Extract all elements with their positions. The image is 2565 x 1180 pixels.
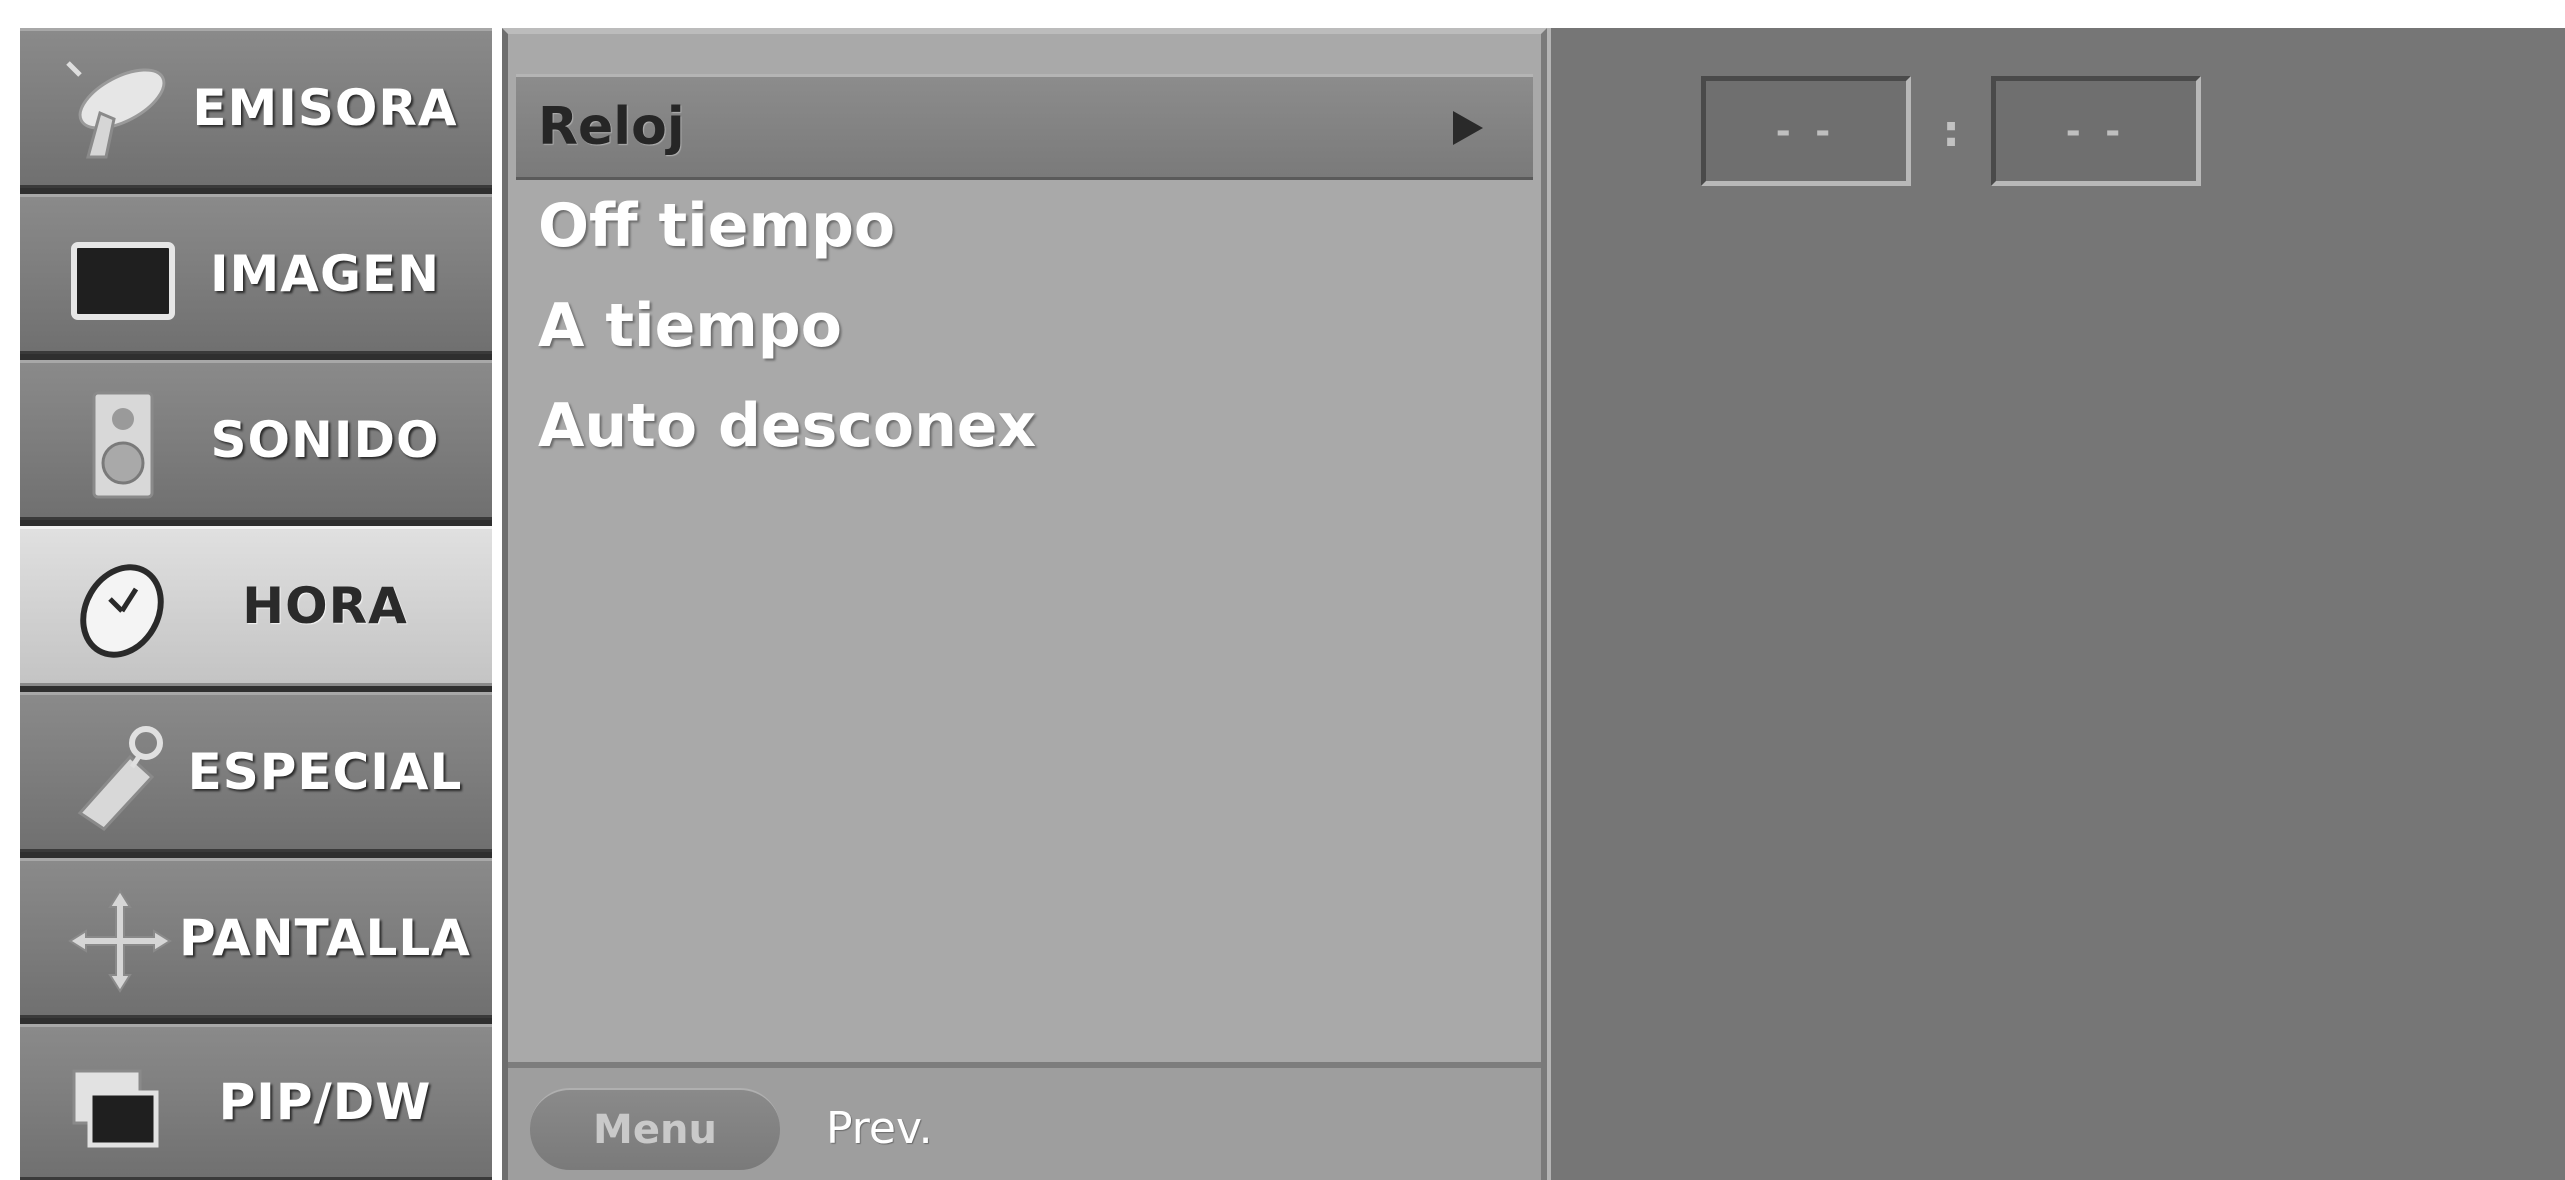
- prev-label: Prev.: [826, 1102, 933, 1154]
- speaker-icon: [60, 385, 180, 501]
- clock-separator: :: [1942, 105, 1960, 157]
- category-label: PANTALLA: [179, 909, 471, 967]
- category-label: IMAGEN: [209, 245, 441, 303]
- category-emisora[interactable]: EMISORA: [20, 28, 492, 188]
- category-pantalla[interactable]: PANTALLA: [20, 858, 492, 1018]
- category-label: HORA: [242, 577, 408, 635]
- submenu-item-off-tiempo[interactable]: Off tiempo: [538, 180, 895, 272]
- clock-hours-field[interactable]: - -: [1701, 76, 1911, 186]
- picture-in-picture-icon: [60, 1049, 180, 1165]
- clock-value-area: - - : - -: [1547, 28, 2565, 1180]
- category-label: ESPECIAL: [187, 743, 463, 801]
- submenu-item-a-tiempo[interactable]: A tiempo: [538, 280, 842, 372]
- clock-minutes-field[interactable]: - -: [1991, 76, 2201, 186]
- submenu-item-label: Reloj: [538, 97, 685, 157]
- tag-key-icon: [60, 717, 180, 833]
- menu-button[interactable]: Menu: [530, 1088, 780, 1170]
- submenu-item-auto-desconex[interactable]: Auto desconex: [538, 380, 1036, 472]
- tv-screen-icon: [60, 219, 180, 335]
- category-label: SONIDO: [210, 411, 440, 469]
- submenu-panel: Reloj Off tiempo A tiempo Auto desconex …: [502, 28, 1547, 1180]
- triangle-right-icon: [1453, 111, 1483, 145]
- category-hora[interactable]: HORA: [20, 526, 492, 686]
- satellite-dish-icon: [60, 53, 180, 169]
- category-label: PIP/DW: [218, 1073, 432, 1131]
- move-arrows-icon: [60, 883, 180, 999]
- category-imagen[interactable]: IMAGEN: [20, 194, 492, 354]
- submenu-footer: Menu Prev.: [508, 1062, 1541, 1180]
- category-especial[interactable]: ESPECIAL: [20, 692, 492, 852]
- category-label: EMISORA: [192, 79, 458, 137]
- clock-icon: [60, 551, 180, 667]
- category-sonido[interactable]: SONIDO: [20, 360, 492, 520]
- submenu-item-reloj[interactable]: Reloj: [516, 74, 1533, 180]
- tv-osd-menu: EMISORA IMAGEN SONIDO HORA ESPECIAL PANT…: [0, 0, 2565, 1180]
- category-pip-dw[interactable]: PIP/DW: [20, 1024, 492, 1180]
